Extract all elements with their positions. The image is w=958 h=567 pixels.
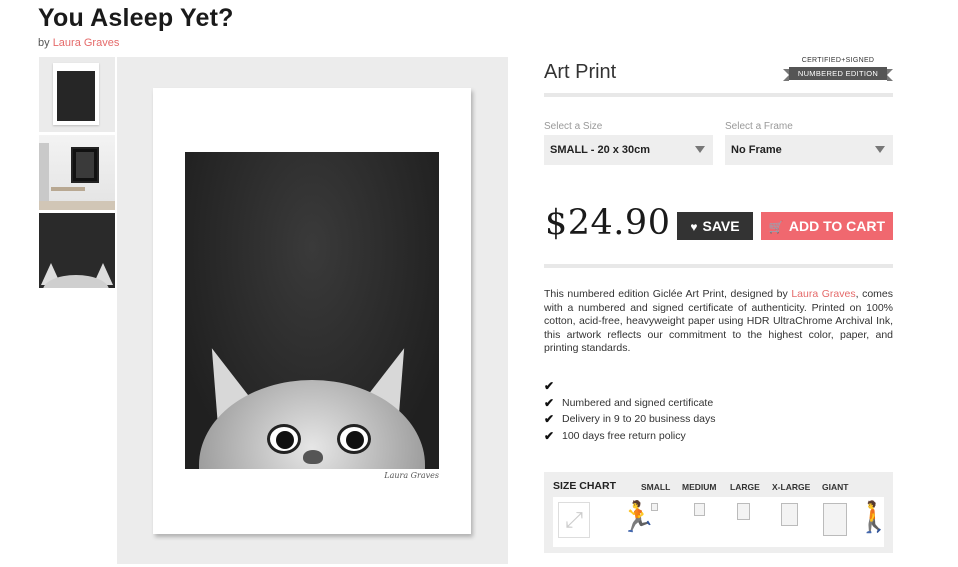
thumbnail-room[interactable] xyxy=(39,135,115,210)
product-type: Art Print xyxy=(544,61,617,83)
person-silhouette-icon: 🚶 xyxy=(855,501,893,534)
product-title: You Asleep Yet? xyxy=(38,4,234,32)
cart-label: ADD TO CART xyxy=(788,218,886,234)
frame-select-value: No Frame xyxy=(731,144,782,156)
thumbnail-print[interactable] xyxy=(39,57,115,132)
badge-ribbon-text: NUMBERED EDITION xyxy=(789,67,887,80)
size-select-value: SMALL - 20 x 30cm xyxy=(550,144,651,156)
save-label: SAVE xyxy=(702,218,740,234)
size-box-large xyxy=(737,503,750,520)
expand-icon[interactable]: ⤢ xyxy=(558,502,590,538)
size-chart-col-xlarge: X-LARGE xyxy=(772,482,811,492)
size-chart: SIZE CHART SMALL MEDIUM LARGE X-LARGE GI… xyxy=(544,472,893,553)
certified-badge: CERTIFIED+SIGNED NUMBERED EDITION xyxy=(783,57,893,81)
badge-top-text: CERTIFIED+SIGNED xyxy=(801,57,875,64)
cart-icon: 🛒 xyxy=(768,220,784,234)
price: $24.90 xyxy=(545,203,671,243)
frame-select-label: Select a Frame xyxy=(725,121,793,132)
size-chart-col-small: SMALL xyxy=(641,482,671,492)
artist-link[interactable]: Laura Graves xyxy=(53,37,120,49)
check-icon: ✔ xyxy=(544,428,555,443)
art-print-preview: Laura Graves xyxy=(153,88,471,534)
divider xyxy=(544,264,893,268)
frame-select[interactable]: No Frame xyxy=(725,135,893,165)
add-to-cart-button[interactable]: 🛒 ADD TO CART xyxy=(761,212,893,240)
size-box-small xyxy=(651,503,658,511)
divider xyxy=(544,93,893,97)
byline: by Laura Graves xyxy=(38,37,119,49)
check-icon: ✔ xyxy=(544,395,555,410)
chevron-down-icon xyxy=(695,146,705,153)
description-artist-link[interactable]: Laura Graves xyxy=(791,288,855,300)
product-description: This numbered edition Giclée Art Print, … xyxy=(544,288,893,354)
size-chart-visual: ⤢ 🏃 🚶 xyxy=(553,497,892,547)
feature-item: ✔ Delivery in 9 to 20 business days xyxy=(544,412,716,427)
size-chart-col-giant: GIANT xyxy=(822,482,849,492)
size-chart-label: SIZE CHART xyxy=(553,480,616,492)
feature-item: ✔ Numbered and signed certificate xyxy=(544,395,714,410)
feature-list: ✔ ✔ Numbered and signed certificate ✔ Deli… xyxy=(544,378,716,444)
size-box-giant xyxy=(823,503,847,536)
artist-signature: Laura Graves xyxy=(384,471,439,480)
thumbnail-list xyxy=(39,57,115,291)
heart-icon: ♥ xyxy=(690,220,698,234)
size-chart-col-large: LARGE xyxy=(730,482,760,492)
size-box-medium xyxy=(694,503,705,516)
artwork-image xyxy=(185,152,439,469)
byline-prefix: by xyxy=(38,37,50,49)
size-select[interactable]: SMALL - 20 x 30cm xyxy=(544,135,713,165)
feature-item: ✔ xyxy=(544,378,716,395)
chevron-down-icon xyxy=(875,146,885,153)
size-box-xlarge xyxy=(781,503,798,526)
check-icon: ✔ xyxy=(544,412,555,427)
size-chart-col-medium: MEDIUM xyxy=(682,482,717,492)
feature-item: ✔ 100 days free return policy xyxy=(544,428,686,443)
main-image: Laura Graves xyxy=(117,57,508,564)
thumbnail-detail[interactable] xyxy=(39,213,115,288)
check-icon: ✔ xyxy=(544,379,555,394)
size-select-label: Select a Size xyxy=(544,121,603,132)
save-button[interactable]: ♥ SAVE xyxy=(677,212,753,240)
